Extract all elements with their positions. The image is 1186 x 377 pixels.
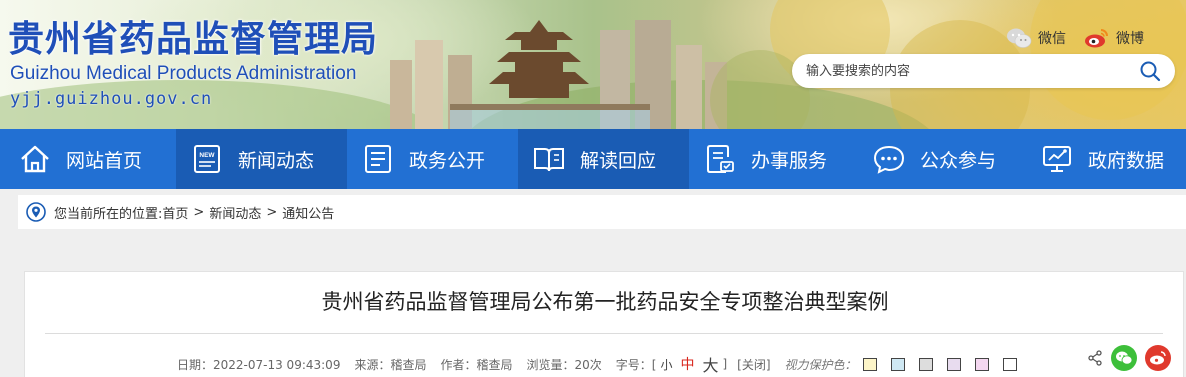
open-book-icon bbox=[532, 142, 566, 176]
eye-care-label: 视力保护色： bbox=[784, 357, 857, 372]
wechat-link[interactable]: 微信 bbox=[1006, 27, 1066, 49]
share-wechat-button[interactable] bbox=[1111, 345, 1137, 371]
search-input[interactable] bbox=[806, 61, 1126, 81]
weibo-icon bbox=[1085, 29, 1108, 48]
article-title: 贵州省药品监督管理局公布第一批药品安全专项整治典型案例 bbox=[321, 290, 889, 314]
article-card: 贵州省药品监督管理局公布第一批药品安全专项整治典型案例 日期：2022-07-1… bbox=[24, 271, 1184, 377]
font-size-medium-button[interactable]: 中 bbox=[680, 354, 694, 374]
breadcrumb-separator: > bbox=[193, 204, 205, 220]
weibo-label: 微博 bbox=[1116, 31, 1144, 47]
breadcrumb-separator: > bbox=[266, 204, 278, 220]
main-nav: 网站首页 NEW 新闻动态 政务公开 解读回应 办事服务 公众参与 政府数据 bbox=[0, 129, 1186, 189]
site-title-en: Guizhou Medical Products Administration bbox=[10, 63, 357, 84]
wechat-icon bbox=[1116, 351, 1133, 365]
home-icon bbox=[18, 142, 52, 176]
nav-label: 网站首页 bbox=[66, 149, 143, 172]
share-icon[interactable] bbox=[1087, 350, 1103, 366]
breadcrumb-link-news[interactable]: 新闻动态 bbox=[209, 203, 261, 222]
breadcrumb: 您当前所在的位置: 首页 > 新闻动态 > 通知公告 bbox=[18, 195, 1186, 229]
document-list-icon bbox=[361, 142, 395, 176]
eye-care-swatch-pink[interactable] bbox=[974, 357, 989, 371]
font-size-small-button[interactable]: 小 bbox=[660, 356, 672, 373]
weibo-icon bbox=[1150, 351, 1166, 365]
eye-care-swatch-white[interactable] bbox=[1002, 357, 1017, 371]
breadcrumb-link-home[interactable]: 首页 bbox=[162, 203, 188, 222]
weibo-link[interactable]: 微博 bbox=[1084, 27, 1144, 49]
nav-item-gov-affairs[interactable]: 政务公开 bbox=[347, 129, 518, 189]
header-banner: 贵州省药品监督管理局 Guizhou Medical Products Admi… bbox=[0, 0, 1186, 129]
nav-label: 解读回应 bbox=[580, 149, 657, 172]
nav-item-public-participation[interactable]: 公众参与 bbox=[858, 129, 1026, 189]
share-bar bbox=[1087, 345, 1171, 371]
eye-care-swatch-blue[interactable] bbox=[890, 357, 905, 371]
nav-label: 办事服务 bbox=[751, 149, 828, 172]
svg-text:NEW: NEW bbox=[199, 152, 215, 159]
eye-care-swatch-yellow[interactable] bbox=[862, 357, 877, 371]
article-views: 浏览量：20次 bbox=[526, 357, 602, 372]
font-size-label: 字号：[ bbox=[615, 357, 657, 372]
nav-label: 公众参与 bbox=[920, 149, 997, 172]
article-author: 作者：稽查局 bbox=[440, 357, 513, 372]
wechat-label: 微信 bbox=[1038, 31, 1066, 47]
chat-bubble-icon bbox=[872, 142, 906, 176]
site-url: yjj.guizhou.gov.cn bbox=[10, 89, 213, 109]
close-page-button[interactable]: [关闭] bbox=[737, 356, 770, 373]
font-size-bracket: ] bbox=[722, 357, 728, 371]
breadcrumb-bar: 您当前所在的位置: 首页 > 新闻动态 > 通知公告 bbox=[0, 189, 1186, 235]
wechat-icon bbox=[1007, 28, 1032, 48]
nav-item-interpretation[interactable]: 解读回应 bbox=[518, 129, 689, 189]
location-pin-icon bbox=[26, 202, 46, 222]
font-size-large-button[interactable]: 大 bbox=[702, 352, 718, 376]
eye-care-swatch-lavender[interactable] bbox=[946, 357, 961, 371]
share-weibo-button[interactable] bbox=[1145, 345, 1171, 371]
search-icon[interactable] bbox=[1139, 60, 1161, 82]
nav-label: 政府数据 bbox=[1088, 149, 1165, 172]
breadcrumb-link-notices[interactable]: 通知公告 bbox=[282, 203, 334, 222]
news-icon: NEW bbox=[190, 142, 224, 176]
nav-item-gov-data[interactable]: 政府数据 bbox=[1026, 129, 1186, 189]
article-meta: 日期：2022-07-13 09:43:09 来源：稽查局 作者：稽查局 浏览量… bbox=[177, 352, 1031, 376]
site-title-cn: 贵州省药品监督管理局 bbox=[8, 19, 379, 60]
article-date: 日期：2022-07-13 09:43:09 bbox=[177, 357, 341, 372]
title-divider bbox=[45, 333, 1163, 334]
nav-item-home[interactable]: 网站首页 bbox=[0, 129, 176, 189]
nav-item-news[interactable]: NEW 新闻动态 bbox=[176, 129, 347, 189]
nav-item-services[interactable]: 办事服务 bbox=[689, 129, 858, 189]
search-box bbox=[792, 54, 1175, 88]
nav-label: 新闻动态 bbox=[238, 149, 315, 172]
breadcrumb-prefix: 您当前所在的位置: bbox=[54, 206, 163, 222]
service-form-icon bbox=[703, 142, 737, 176]
data-monitor-icon bbox=[1040, 142, 1074, 176]
article-source: 来源：稽查局 bbox=[354, 357, 427, 372]
nav-label: 政务公开 bbox=[409, 149, 486, 172]
eye-care-swatch-gray[interactable] bbox=[918, 357, 933, 371]
